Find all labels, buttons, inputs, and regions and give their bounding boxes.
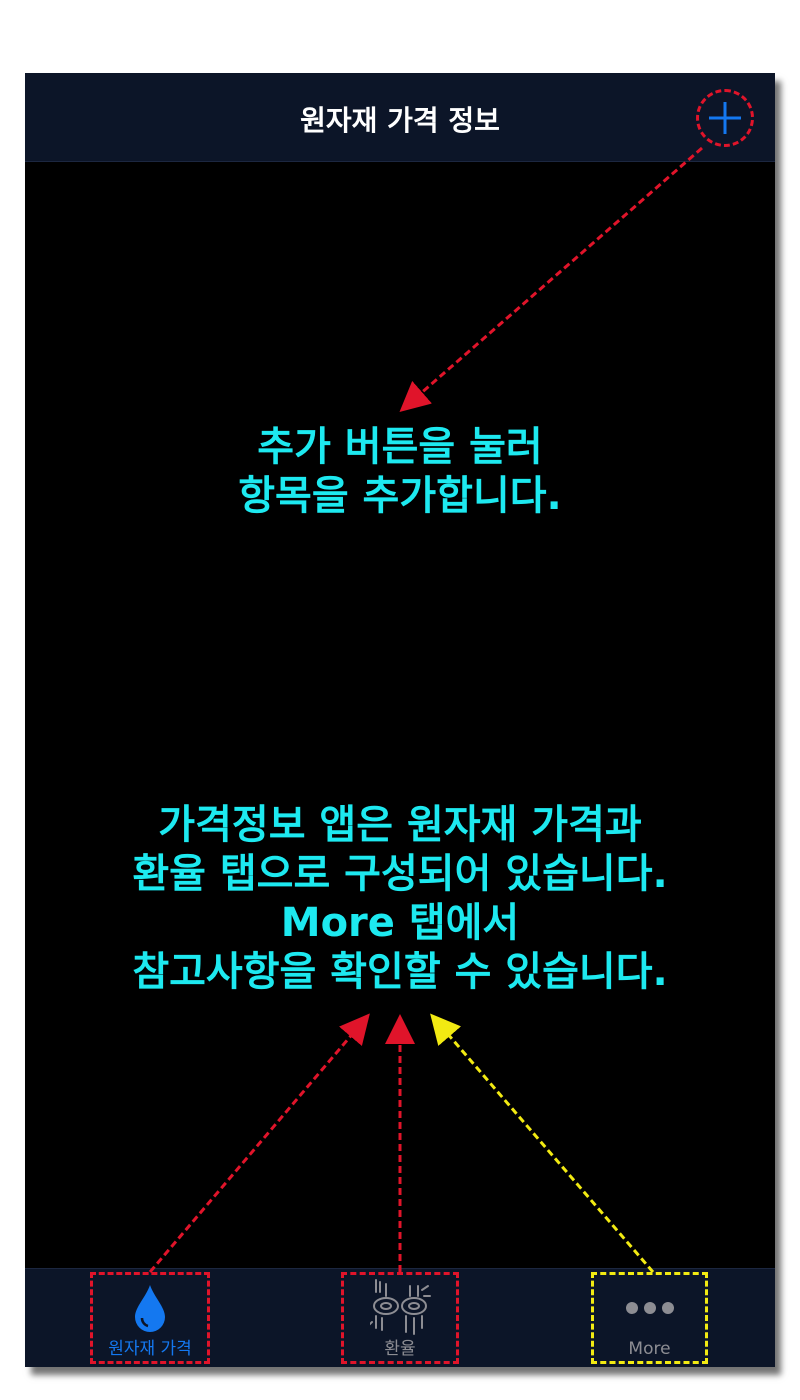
tabs-hint: 가격정보 앱은 원자재 가격과 환율 탭으로 구성되어 있습니다. More 탭… bbox=[25, 801, 775, 997]
tab-raw-material-prices[interactable]: 원자재 가격 bbox=[90, 1272, 210, 1364]
phone-screen: 원자재 가격 정보 추가 버튼을 눌러 항목을 추가합니다. 가격정보 앱은 원… bbox=[25, 73, 775, 1367]
add-item-hint: 추가 버튼을 눌러 항목을 추가합니다. bbox=[25, 423, 775, 521]
tab-label: 원자재 가격 bbox=[108, 1339, 192, 1359]
add-button[interactable] bbox=[696, 89, 754, 147]
tab-bar: 원자재 가격 환율 More bbox=[25, 1268, 775, 1367]
tab-label: 환율 bbox=[384, 1339, 416, 1359]
currency-exchange-icon bbox=[370, 1279, 431, 1335]
page-title: 원자재 가격 정보 bbox=[300, 104, 500, 137]
hint-line: 참고사항을 확인할 수 있습니다. bbox=[132, 949, 668, 995]
hint-line: 추가 버튼을 눌러 bbox=[257, 424, 543, 470]
tab-exchange-rate[interactable]: 환율 bbox=[341, 1272, 459, 1364]
tab-more[interactable]: More bbox=[591, 1272, 708, 1364]
navigation-bar: 원자재 가격 정보 bbox=[25, 73, 775, 162]
hint-line: 가격정보 앱은 원자재 가격과 bbox=[158, 802, 642, 848]
hint-line: 항목을 추가합니다. bbox=[238, 473, 562, 519]
water-drop-icon bbox=[135, 1285, 165, 1332]
hint-line: 환율 탭으로 구성되어 있습니다. bbox=[132, 851, 668, 897]
more-dots-icon bbox=[626, 1302, 674, 1314]
tab-label: More bbox=[628, 1339, 671, 1359]
hint-line: More 탭에서 bbox=[280, 900, 520, 946]
plus-icon bbox=[709, 102, 741, 134]
